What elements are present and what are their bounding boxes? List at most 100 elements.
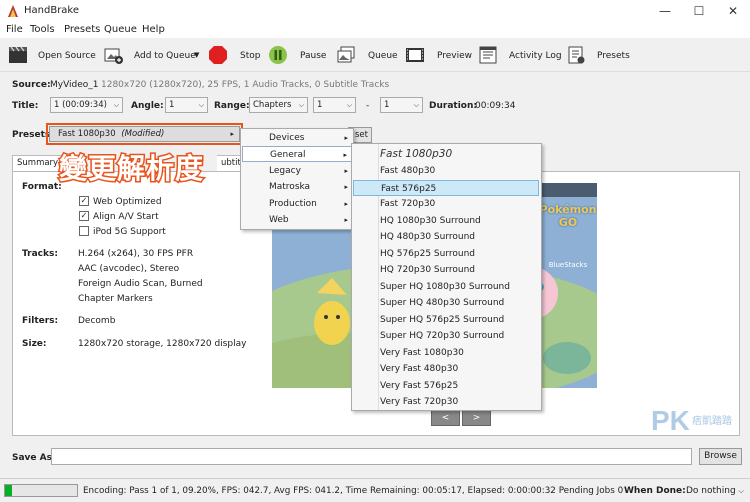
activity-log-icon[interactable]	[478, 45, 498, 65]
title-bar: HandBrake — ☐ ✕	[0, 0, 750, 22]
menu-item-preset[interactable]: HQ 576p25 Surround	[353, 246, 539, 262]
preview-icon[interactable]	[405, 45, 425, 65]
menu-presets[interactable]: Presets	[64, 24, 100, 35]
menu-item-web[interactable]: Web ▸	[242, 212, 352, 228]
stop-button[interactable]: Stop	[240, 51, 260, 61]
queue-icon[interactable]	[336, 45, 356, 65]
menu-item-preset[interactable]: Super HQ 720p30 Surround	[353, 328, 539, 344]
preview-prev-button[interactable]: <	[431, 410, 460, 426]
menu-item-preset[interactable]: Fast 480p30	[353, 163, 539, 179]
chevron-right-icon: ▸	[343, 151, 347, 159]
size-value: 1280x720 storage, 1280x720 display	[78, 339, 247, 349]
preview-brand: BlueStacks	[548, 261, 588, 269]
menu-item-preset[interactable]: Super HQ 1080p30 Surround	[353, 279, 539, 295]
tracks-label: Tracks:	[22, 249, 58, 259]
general-presets-menu: Fast 1080p30 Fast 480p30 Fast 576p25 Fas…	[351, 143, 542, 411]
save-as-label: Save As:	[12, 453, 56, 463]
web-optimized-checkbox[interactable]: ✓	[79, 196, 89, 206]
preview-logo-text: Pokémon GO	[539, 203, 597, 229]
stop-icon[interactable]	[208, 45, 228, 65]
close-button[interactable]: ✕	[716, 0, 750, 22]
queue-button[interactable]: Queue	[368, 51, 398, 61]
angle-select[interactable]: 1 ⌵	[165, 97, 208, 113]
menu-tools[interactable]: Tools	[30, 24, 55, 35]
chevron-down-icon: ⌵	[413, 101, 419, 109]
menu-item-preset[interactable]: Very Fast 1080p30	[353, 345, 539, 361]
align-av-checkbox[interactable]: ✓	[79, 211, 89, 221]
menu-item-preset[interactable]: HQ 1080p30 Surround	[353, 213, 539, 229]
menu-item-general[interactable]: General ▸	[242, 146, 352, 162]
range-start-select[interactable]: 1 ⌵	[313, 97, 356, 113]
menu-item-preset[interactable]: HQ 480p30 Surround	[353, 229, 539, 245]
chevron-down-icon: ⌵	[198, 101, 204, 109]
menu-item-preset-selected[interactable]: Fast 576p25	[353, 179, 539, 196]
browse-button[interactable]: Browse	[699, 448, 742, 465]
menu-item-preset[interactable]: Super HQ 480p30 Surround	[353, 295, 539, 311]
window-title: HandBrake	[24, 5, 80, 16]
preview-next-button[interactable]: >	[462, 410, 491, 426]
pause-button[interactable]: Pause	[300, 51, 326, 61]
menu-item-preset[interactable]: Very Fast 576p25	[353, 378, 539, 394]
watermark-logo: PK	[651, 405, 690, 436]
activity-log-button[interactable]: Activity Log	[509, 51, 562, 61]
chevron-right-icon: ▸	[344, 134, 348, 142]
menu-item-preset[interactable]: Fast 720p30	[353, 196, 539, 212]
chevron-down-icon: ⌵	[298, 101, 304, 109]
range-end-select[interactable]: 1 ⌵	[380, 97, 423, 113]
pause-icon[interactable]	[268, 45, 288, 65]
range-label: Range:	[214, 101, 250, 111]
menu-item-label: Devices	[269, 133, 305, 143]
menu-file[interactable]: File	[6, 24, 23, 35]
encode-progress-bar	[4, 484, 78, 497]
menu-item-devices[interactable]: Devices ▸	[242, 130, 352, 146]
menu-help[interactable]: Help	[142, 24, 165, 35]
open-source-button[interactable]: Open Source	[38, 51, 96, 61]
menu-item-matroska[interactable]: Matroska ▸	[242, 179, 352, 195]
range-end-value: 1	[384, 100, 390, 110]
track-item: Foreign Audio Scan, Burned	[78, 279, 203, 289]
title-label: Title:	[12, 101, 39, 111]
chevron-down-icon: ⌵	[346, 101, 352, 109]
angle-select-value: 1	[169, 100, 175, 110]
preview-button[interactable]: Preview	[437, 51, 472, 61]
range-mode-select[interactable]: Chapters ⌵	[249, 97, 308, 113]
when-done-value: Do nothing	[686, 486, 736, 496]
chevron-right-icon: ▸	[344, 216, 348, 224]
ipod-checkbox[interactable]	[79, 226, 89, 236]
menu-item-preset[interactable]: Very Fast 720p30	[353, 394, 539, 410]
track-item: AAC (avcodec), Stereo	[78, 264, 180, 274]
annotation-text: 變更解析度	[57, 151, 205, 187]
menu-item-preset[interactable]: Very Fast 480p30	[353, 361, 539, 377]
save-as-input[interactable]	[51, 448, 692, 465]
title-select[interactable]: 1 (00:09:34) ⌵	[50, 97, 123, 113]
web-optimized-label: Web Optimized	[93, 197, 162, 207]
menu-item-legacy[interactable]: Legacy ▸	[242, 163, 352, 179]
chevron-right-icon: ▸	[344, 200, 348, 208]
when-done-select[interactable]: Do nothing ⌵	[686, 486, 744, 496]
menu-item-preset[interactable]: HQ 720p30 Surround	[353, 262, 539, 278]
ipod-label: iPod 5G Support	[93, 227, 166, 237]
menu-queue[interactable]: Queue	[104, 24, 137, 35]
minimize-button[interactable]: —	[648, 0, 682, 22]
maximize-button[interactable]: ☐	[682, 0, 716, 22]
add-to-queue-button[interactable]: Add to Queue	[134, 51, 196, 61]
duration-value: 00:09:34	[475, 101, 516, 111]
menu-item-current-preset[interactable]: Fast 1080p30	[353, 146, 539, 162]
range-dash: -	[366, 101, 370, 111]
watermark-text: 痞凱踏踏	[692, 416, 732, 427]
source-label: Source:	[12, 80, 51, 90]
menu-item-production[interactable]: Production ▸	[242, 196, 352, 212]
duration-label: Duration:	[429, 101, 477, 111]
presets-icon[interactable]	[566, 45, 586, 65]
open-source-icon[interactable]	[8, 45, 28, 65]
tab-summary[interactable]: Summary	[12, 155, 64, 171]
add-to-queue-dropdown-icon[interactable]: ▼	[194, 51, 199, 59]
presets-button[interactable]: Presets	[597, 51, 630, 61]
menu-item-label: Production	[269, 199, 317, 209]
add-to-queue-icon[interactable]	[103, 45, 123, 65]
chevron-right-icon: ▸	[344, 167, 348, 175]
track-item: H.264 (x264), 30 FPS PFR	[78, 249, 194, 259]
menu-item-preset[interactable]: Super HQ 576p25 Surround	[353, 312, 539, 328]
encode-progress-fill	[5, 485, 12, 496]
format-label: Format:	[22, 182, 62, 192]
